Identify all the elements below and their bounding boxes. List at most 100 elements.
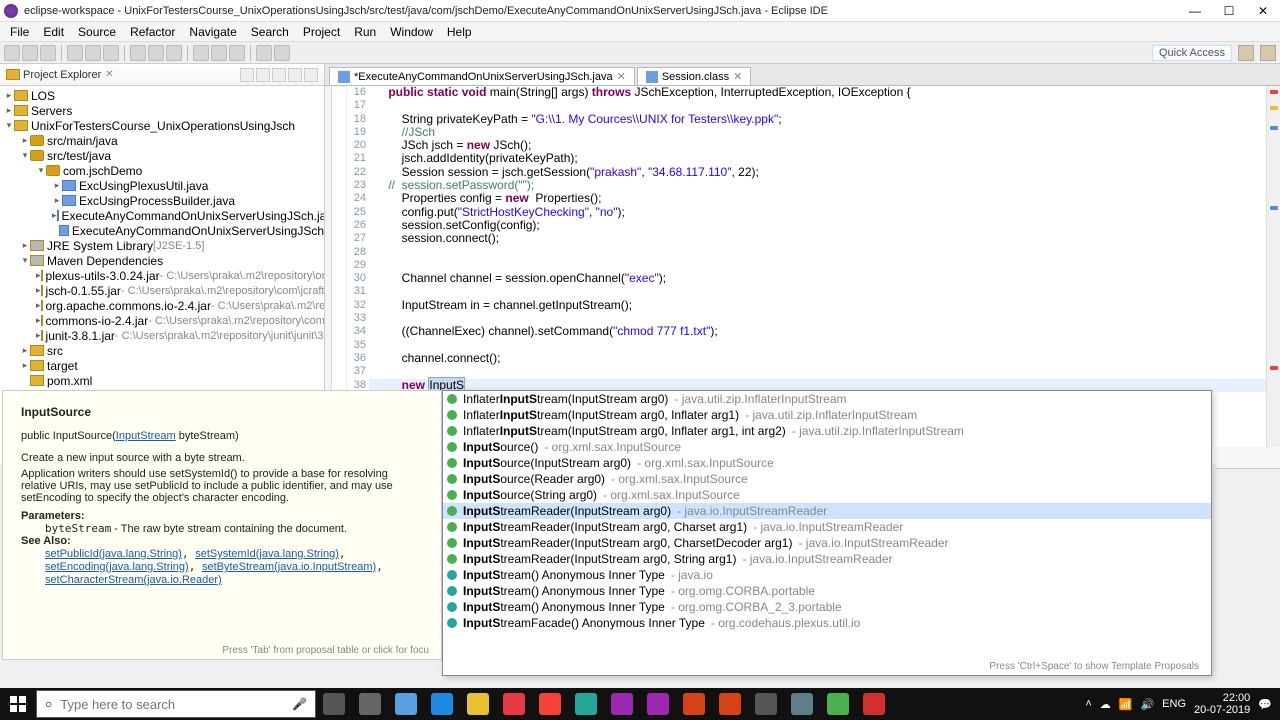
doc-link[interactable]: setEncoding(java.lang.String)	[45, 561, 189, 573]
link-editor-button[interactable]	[256, 68, 270, 82]
tree-twisty[interactable]: ▾	[36, 165, 46, 176]
tree-twisty[interactable]: ▸	[4, 90, 14, 101]
tray-chevron-icon[interactable]: ˄	[1085, 698, 1091, 710]
start-button[interactable]	[0, 688, 36, 720]
close-view-icon[interactable]: ✕	[105, 69, 113, 80]
taskbar-search[interactable]: ○ 🎤	[36, 690, 316, 718]
tree-item[interactable]: ▾UnixForTestersCourse_UnixOperationsUsin…	[0, 118, 324, 133]
tree-item[interactable]: ▸plexus-utils-3.0.24.jar - C:\Users\prak…	[0, 268, 324, 283]
completion-item[interactable]: InputStreamFacade() Anonymous Inner Type…	[443, 615, 1211, 631]
perspective-java[interactable]	[1238, 45, 1254, 61]
tree-item[interactable]: ▸LOS	[0, 88, 324, 103]
tray-clock[interactable]: 22:00 20-07-2019	[1194, 692, 1250, 716]
tree-item[interactable]: ExecuteAnyCommandOnUnixServerUsingJSch	[0, 223, 324, 238]
taskbar-app[interactable]	[496, 690, 532, 718]
menu-search[interactable]: Search	[245, 23, 295, 41]
taskbar-app[interactable]	[820, 690, 856, 718]
completion-item[interactable]: InputStreamReader(InputStream arg0, Stri…	[443, 551, 1211, 567]
tree-item[interactable]: ▸src/main/java	[0, 133, 324, 148]
menu-refactor[interactable]: Refactor	[124, 23, 181, 41]
tree-item[interactable]: pom.xml	[0, 373, 324, 388]
taskbar-app[interactable]	[352, 690, 388, 718]
taskbar-app[interactable]	[532, 690, 568, 718]
back-button[interactable]	[256, 45, 272, 61]
search-input[interactable]	[60, 697, 284, 712]
save-button[interactable]	[22, 45, 38, 61]
tree-item[interactable]: ▸jsch-0.1.55.jar - C:\Users\praka\.m2\re…	[0, 283, 324, 298]
tree-twisty[interactable]: ▸	[20, 360, 30, 371]
tree-item[interactable]: ▾Maven Dependencies	[0, 253, 324, 268]
tray-notifications-icon[interactable]: 💬	[1258, 698, 1272, 711]
taskbar-app[interactable]	[424, 690, 460, 718]
tree-item[interactable]: ▸junit-3.8.1.jar - C:\Users\praka\.m2\re…	[0, 328, 324, 343]
completion-item[interactable]: InputStream() Anonymous Inner Type - jav…	[443, 567, 1211, 583]
tree-item[interactable]: ▸commons-io-2.4.jar - C:\Users\praka\.m2…	[0, 313, 324, 328]
menu-navigate[interactable]: Navigate	[183, 23, 242, 41]
menu-source[interactable]: Source	[72, 23, 122, 41]
taskbar-app[interactable]	[712, 690, 748, 718]
collapse-all-button[interactable]	[240, 68, 254, 82]
debug-button[interactable]	[67, 45, 83, 61]
new-class-button[interactable]	[148, 45, 164, 61]
tree-item[interactable]: ▸ExecuteAnyCommandOnUnixServerUsingJSch.…	[0, 208, 324, 223]
tree-twisty[interactable]: ▸	[4, 105, 14, 116]
menu-run[interactable]: Run	[348, 23, 382, 41]
new-package-button[interactable]	[130, 45, 146, 61]
quick-access-input[interactable]: Quick Access	[1152, 45, 1232, 61]
toggle-button[interactable]	[211, 45, 227, 61]
tree-item[interactable]: ▸JRE System Library[J2SE-1.5]	[0, 238, 324, 253]
close-tab-icon[interactable]: ✕	[617, 70, 626, 83]
taskbar-app[interactable]	[604, 690, 640, 718]
save-all-button[interactable]	[40, 45, 56, 61]
taskbar-app[interactable]	[676, 690, 712, 718]
menu-window[interactable]: Window	[384, 23, 439, 41]
editor-tab[interactable]: Session.class✕	[637, 67, 751, 85]
completion-item[interactable]: InputStream() Anonymous Inner Type - org…	[443, 599, 1211, 615]
doc-link[interactable]: setSystemId(java.lang.String)	[195, 548, 339, 560]
tree-twisty[interactable]: ▸	[52, 180, 62, 191]
tree-twisty[interactable]: ▾	[20, 150, 30, 161]
tree-item[interactable]: ▸src	[0, 343, 324, 358]
mic-icon[interactable]: 🎤	[292, 697, 307, 711]
tree-item[interactable]: ▸Servers	[0, 103, 324, 118]
completion-item[interactable]: InputSource(Reader arg0) - org.xml.sax.I…	[443, 471, 1211, 487]
run-button[interactable]	[85, 45, 101, 61]
tree-twisty[interactable]: ▸	[52, 195, 62, 206]
completion-item[interactable]: InputSource(String arg0) - org.xml.sax.I…	[443, 487, 1211, 503]
view-menu-button[interactable]	[272, 68, 286, 82]
tree-item[interactable]: ▾src/test/java	[0, 148, 324, 163]
new-button[interactable]	[4, 45, 20, 61]
doc-link[interactable]: setByteStream(java.io.InputStream)	[202, 561, 376, 573]
completion-item[interactable]: InflaterInputStream(InputStream arg0, In…	[443, 423, 1211, 439]
completion-item[interactable]: InputStream() Anonymous Inner Type - org…	[443, 583, 1211, 599]
autocomplete-popup[interactable]: InflaterInputStream(InputStream arg0) - …	[442, 390, 1212, 676]
close-button[interactable]: ✕	[1250, 4, 1276, 18]
minimize-button[interactable]: —	[1182, 4, 1208, 18]
menu-file[interactable]: File	[4, 23, 35, 41]
completion-item[interactable]: InputSource(InputStream arg0) - org.xml.…	[443, 455, 1211, 471]
annotate-button[interactable]	[229, 45, 245, 61]
tree-item[interactable]: ▸target	[0, 358, 324, 373]
tree-twisty[interactable]: ▾	[4, 120, 14, 131]
task-view-button[interactable]	[316, 690, 352, 718]
tree-twisty[interactable]: ▸	[20, 240, 30, 251]
taskbar-app[interactable]	[388, 690, 424, 718]
completion-item[interactable]: InputStreamReader(InputStream arg0, Char…	[443, 519, 1211, 535]
completion-item[interactable]: InputSource() - org.xml.sax.InputSource	[443, 439, 1211, 455]
scrollbar[interactable]	[1266, 86, 1280, 464]
doc-type-link[interactable]: InputStream	[116, 430, 176, 442]
completion-item[interactable]: InputStreamReader(InputStream arg0) - ja…	[443, 503, 1211, 519]
menu-project[interactable]: Project	[297, 23, 346, 41]
maximize-view-button[interactable]	[304, 68, 318, 82]
completion-item[interactable]: InputStreamReader(InputStream arg0, Char…	[443, 535, 1211, 551]
tree-twisty[interactable]: ▸	[20, 345, 30, 356]
taskbar-app[interactable]	[460, 690, 496, 718]
tree-twisty[interactable]: ▾	[20, 255, 30, 266]
tray-wifi-icon[interactable]: 📶	[1119, 698, 1133, 711]
tree-item[interactable]: ▾com.jschDemo	[0, 163, 324, 178]
taskbar-app[interactable]	[640, 690, 676, 718]
editor-tab[interactable]: *ExecuteAnyCommandOnUnixServerUsingJSch.…	[329, 67, 635, 85]
completion-item[interactable]: InflaterInputStream(InputStream arg0) - …	[443, 391, 1211, 407]
completion-item[interactable]: InflaterInputStream(InputStream arg0, In…	[443, 407, 1211, 423]
taskbar-app[interactable]	[784, 690, 820, 718]
